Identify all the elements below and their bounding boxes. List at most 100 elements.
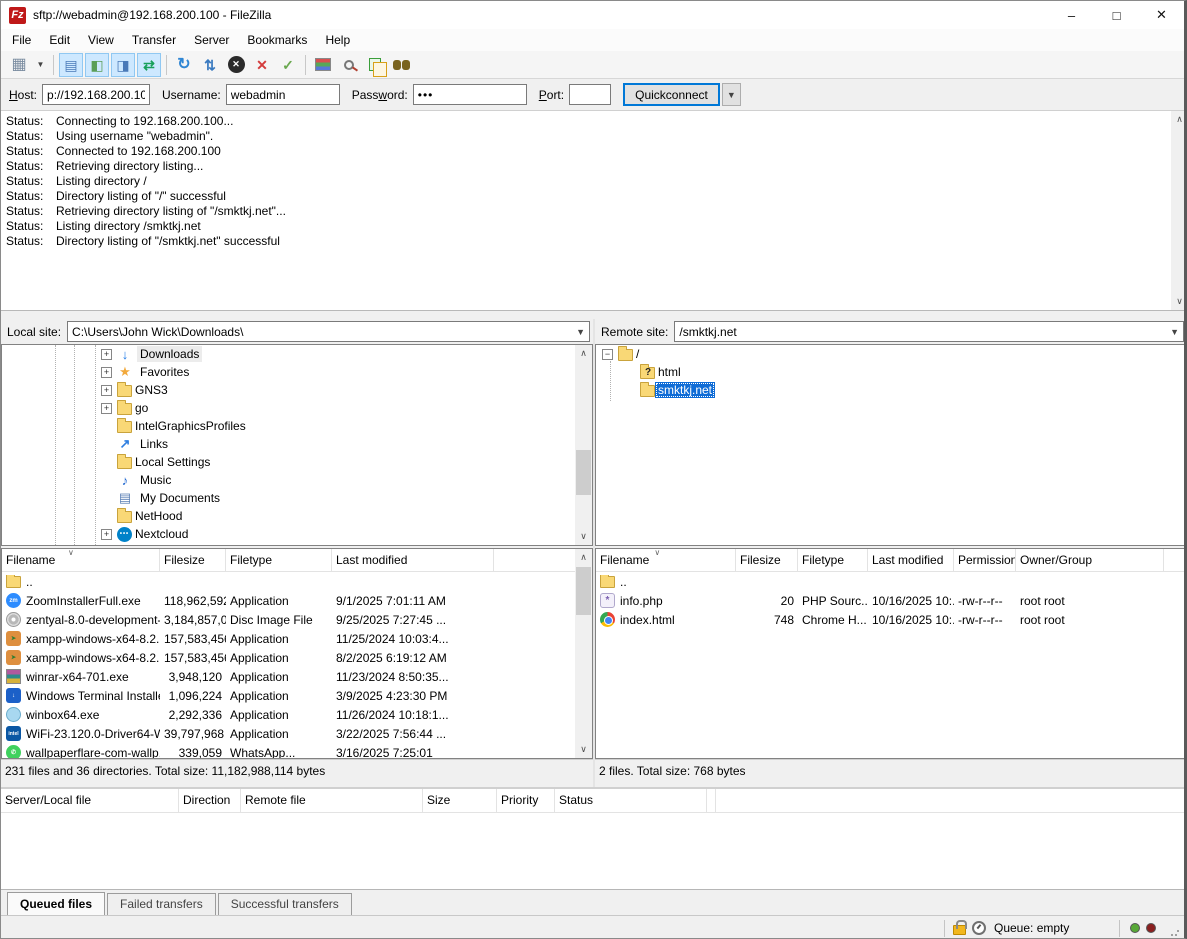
local-file-row[interactable]: intelWiFi-23.120.0-Driver64-Wi...39,797,… (2, 724, 592, 743)
column-header-filetype[interactable]: Filetype (226, 549, 332, 571)
remote-file-row[interactable]: index.html748Chrome H...10/16/2025 10:..… (596, 610, 1186, 629)
toggle-message-log-button[interactable]: ▤ (59, 53, 83, 77)
toggle-transfer-queue-button[interactable]: ⇄ (137, 53, 161, 77)
local-list-scrollbar[interactable]: ∧ ∨ (575, 549, 592, 758)
expander-icon[interactable]: + (101, 529, 112, 540)
scroll-up-icon[interactable]: ∧ (1171, 111, 1187, 128)
tab-successful-transfers[interactable]: Successful transfers (218, 893, 352, 915)
directory-comparison-button[interactable] (311, 53, 335, 77)
message-log-scrollbar[interactable]: ∧ ∨ (1171, 111, 1187, 310)
column-header-permissions[interactable]: Permissions (954, 549, 1016, 571)
chevron-down-icon[interactable]: ▼ (1170, 327, 1179, 337)
column-header-filesize[interactable]: Filesize (160, 549, 226, 571)
minimize-button[interactable]: – (1049, 1, 1094, 29)
scroll-down-icon[interactable]: ∨ (575, 528, 592, 545)
queue-column-size[interactable]: Size (423, 789, 497, 812)
local-tree-scrollbar[interactable]: ∧ ∨ (575, 345, 592, 545)
local-file-row[interactable]: .. (2, 572, 592, 591)
local-file-row[interactable]: zmZoomInstallerFull.exe118,962,592Applic… (2, 591, 592, 610)
expander-icon[interactable]: + (101, 385, 112, 396)
menu-item-view[interactable]: View (79, 31, 123, 49)
local-file-row[interactable]: ↓Windows Terminal Installe...1,096,224Ap… (2, 686, 592, 705)
menu-item-file[interactable]: File (3, 31, 40, 49)
column-header-last-modified[interactable]: Last modified (868, 549, 954, 571)
queue-column-status[interactable]: Status (555, 789, 707, 812)
tree-item-music[interactable]: ♪Music (2, 471, 592, 489)
host-input[interactable] (42, 84, 150, 105)
local-file-row[interactable]: winbox64.exe2,292,336Application11/26/20… (2, 705, 592, 724)
column-header-filename[interactable]: ∨Filename (596, 549, 736, 571)
resize-grip[interactable] (1170, 927, 1180, 937)
toggle-local-tree-button[interactable]: ◧ (85, 53, 109, 77)
tree-item-smktkj.net[interactable]: smktkj.net (596, 381, 1186, 399)
reconnect-button[interactable]: ✓ (276, 53, 300, 77)
remote-site-combo[interactable]: /smktkj.net ▼ (674, 321, 1184, 342)
menu-item-server[interactable]: Server (185, 31, 238, 49)
tab-queued-files[interactable]: Queued files (7, 892, 105, 915)
tree-item-gns3[interactable]: +GNS3 (2, 381, 592, 399)
queue-column-server-local-file[interactable]: Server/Local file (1, 789, 179, 812)
speed-limits-icon[interactable] (972, 921, 986, 935)
queue-column-priority[interactable]: Priority (497, 789, 555, 812)
toggle-remote-tree-button[interactable]: ◨ (111, 53, 135, 77)
tree-item-go[interactable]: +go (2, 399, 592, 417)
scroll-down-icon[interactable]: ∨ (1171, 293, 1187, 310)
chevron-down-icon[interactable]: ▼ (576, 327, 585, 337)
menu-item-edit[interactable]: Edit (40, 31, 79, 49)
disconnect-button[interactable]: ✕ (250, 53, 274, 77)
username-input[interactable] (226, 84, 340, 105)
synchronized-browsing-button[interactable] (363, 53, 387, 77)
expander-icon[interactable]: + (101, 367, 112, 378)
scroll-thumb[interactable] (576, 567, 591, 615)
tree-item-html[interactable]: html (596, 363, 1186, 381)
tree-item-my-documents[interactable]: ▤My Documents (2, 489, 592, 507)
find-files-button[interactable] (389, 53, 413, 77)
tree-item-links[interactable]: ↗Links (2, 435, 592, 453)
tree-item-downloads[interactable]: +↓Downloads (2, 345, 592, 363)
column-header-filesize[interactable]: Filesize (736, 549, 798, 571)
process-queue-button[interactable]: ⇅ (198, 53, 222, 77)
scroll-up-icon[interactable]: ∧ (575, 345, 592, 362)
tree-item-intelgraphicsprofiles[interactable]: IntelGraphicsProfiles (2, 417, 592, 435)
site-manager-button[interactable]: ▦ (7, 53, 31, 77)
expander-icon[interactable]: − (602, 349, 613, 360)
local-site-combo[interactable]: C:\Users\John Wick\Downloads\ ▼ (67, 321, 590, 342)
scroll-down-icon[interactable]: ∨ (575, 741, 592, 758)
tab-failed-transfers[interactable]: Failed transfers (107, 893, 216, 915)
local-file-row[interactable]: zentyal-8.0-development-...3,184,857,0..… (2, 610, 592, 629)
column-header-owner-group[interactable]: Owner/Group (1016, 549, 1164, 571)
maximize-button[interactable]: □ (1094, 1, 1139, 29)
local-file-row[interactable]: winrar-x64-701.exe3,948,120Application11… (2, 667, 592, 686)
column-header-filetype[interactable]: Filetype (798, 549, 868, 571)
quickconnect-button[interactable]: Quickconnect (623, 83, 720, 106)
column-header-last-modified[interactable]: Last modified (332, 549, 494, 571)
expander-icon[interactable]: + (101, 349, 112, 360)
remote-file-row[interactable]: .. (596, 572, 1186, 591)
queue-column-remote-file[interactable]: Remote file (241, 789, 423, 812)
quickconnect-dropdown[interactable]: ▼ (722, 83, 741, 106)
tree-item-favorites[interactable]: +★Favorites (2, 363, 592, 381)
tree-item-nethood[interactable]: NetHood (2, 507, 592, 525)
password-input[interactable] (413, 84, 527, 105)
refresh-button[interactable]: ↻ (172, 53, 196, 77)
expander-icon[interactable]: + (101, 403, 112, 414)
menu-item-bookmarks[interactable]: Bookmarks (238, 31, 316, 49)
menu-item-transfer[interactable]: Transfer (123, 31, 185, 49)
tree-item-root[interactable]: −/ (596, 345, 1186, 363)
local-file-row[interactable]: ✆wallpaperflare-com-wallp...339,059Whats… (2, 743, 592, 759)
column-header-filename[interactable]: ∨Filename (2, 549, 160, 571)
port-input[interactable] (569, 84, 611, 105)
tree-item-nextcloud[interactable]: +•••Nextcloud (2, 525, 592, 543)
scroll-up-icon[interactable]: ∧ (575, 549, 592, 566)
filename-filters-button[interactable] (337, 53, 361, 77)
cancel-button[interactable]: ✕ (224, 53, 248, 77)
queue-column-direction[interactable]: Direction (179, 789, 241, 812)
local-file-row[interactable]: ➤xampp-windows-x64-8.2....157,583,456App… (2, 629, 592, 648)
close-button[interactable]: ✕ (1139, 1, 1184, 29)
remote-file-row[interactable]: *info.php20PHP Sourc...10/16/2025 10:...… (596, 591, 1186, 610)
tree-item-local-settings[interactable]: Local Settings (2, 453, 592, 471)
local-file-row[interactable]: ➤xampp-windows-x64-8.2....157,583,456App… (2, 648, 592, 667)
site-manager-dropdown-button[interactable]: ▼ (33, 53, 48, 77)
menu-item-help[interactable]: Help (316, 31, 359, 49)
scroll-thumb[interactable] (576, 450, 591, 495)
